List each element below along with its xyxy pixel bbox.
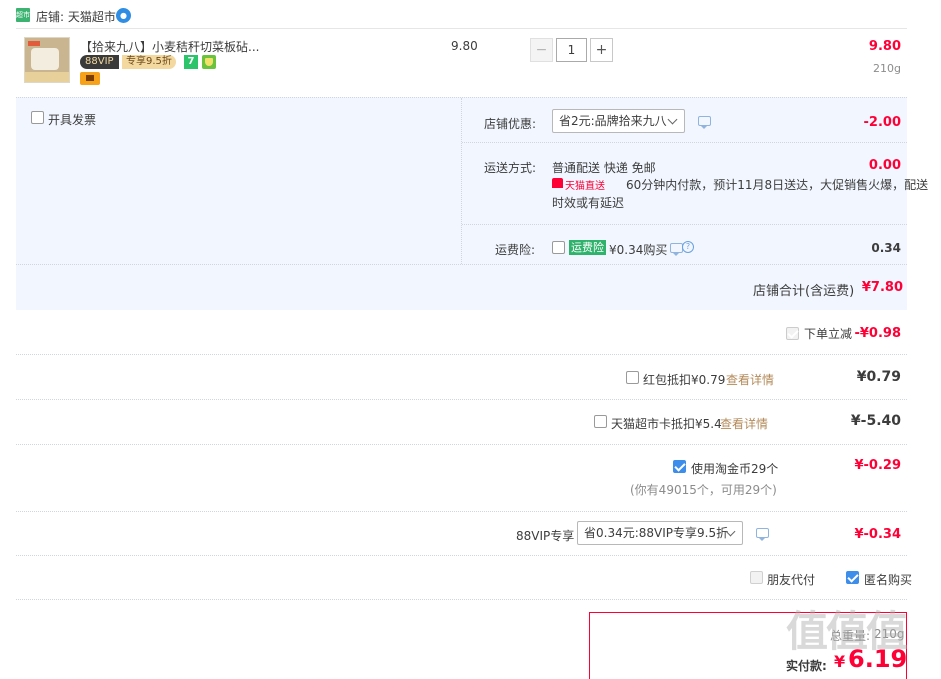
delivery-amount: 0.00	[868, 158, 901, 173]
coupon-amount: -2.00	[863, 115, 901, 130]
insurance-checkbox[interactable]	[552, 241, 565, 254]
quantity-minus-button[interactable]: −	[530, 38, 553, 62]
anonymous-checkbox[interactable]	[846, 571, 859, 584]
vip-tag: 88VIP	[80, 55, 119, 69]
vip-discount-tag: 专享9.5折	[122, 55, 176, 69]
invoice-label[interactable]: 开具发票	[48, 111, 96, 128]
panel-divider	[461, 98, 462, 264]
red-packet-label[interactable]: 红包抵扣¥0.79	[643, 371, 725, 388]
store-total-amount: ¥7.80	[861, 280, 903, 295]
taojin-amount: ¥-0.29	[854, 458, 901, 473]
delivery-note-line1: 60分钟内付款，预计11月8日送达，大促销售火爆，配送	[626, 178, 929, 192]
instant-discount-checkbox	[786, 327, 799, 340]
shield-icon	[202, 55, 216, 69]
anonymous-label[interactable]: 匿名购买	[864, 571, 912, 588]
product-image	[25, 38, 69, 82]
divider	[462, 142, 907, 143]
red-packet-details-link[interactable]: 查看详情	[726, 371, 774, 388]
insurance-amount: 0.34	[871, 241, 901, 255]
message-icon[interactable]	[756, 528, 769, 541]
tmall-direct-tag: 天猫直送	[565, 181, 605, 192]
unit-price: 9.80	[451, 39, 478, 53]
market-card-label[interactable]: 天猫超市卡抵扣¥5.4	[611, 415, 722, 432]
market-card-amount: ¥-5.40	[850, 413, 901, 429]
item-weight: 210g	[873, 62, 901, 75]
instant-discount-amount: -¥0.98	[854, 326, 901, 341]
coupon-select[interactable]: 省2元:品牌拾来九八	[552, 109, 685, 133]
message-icon[interactable]	[698, 116, 711, 129]
coupon-label: 店铺优惠:	[484, 117, 537, 131]
divider	[16, 264, 907, 265]
seven-day-return-icon: 7	[184, 55, 198, 69]
item-subtotal: 9.80	[868, 39, 901, 54]
message-icon[interactable]	[670, 243, 683, 256]
invoice-checkbox[interactable]	[31, 111, 44, 124]
vip88-label: 88VIP专享	[516, 529, 575, 543]
taojin-sub: (你有49015个，可用29个)	[630, 483, 777, 497]
tmall-direct-icon	[552, 178, 563, 188]
product-thumbnail[interactable]	[24, 37, 70, 83]
delivery-method: 普通配送 快递 免邮	[552, 161, 656, 175]
wangwang-icon[interactable]: ●	[116, 8, 131, 23]
friend-pay-checkbox[interactable]	[750, 571, 763, 584]
watermark: 值值值	[786, 607, 908, 656]
quantity-plus-button[interactable]: +	[590, 38, 613, 62]
pay-label: 实付款:	[786, 659, 827, 673]
taojin-label[interactable]: 使用淘金币29个	[691, 460, 778, 477]
market-card-details-link[interactable]: 查看详情	[720, 415, 768, 432]
insurance-tag: 运费险	[569, 240, 606, 255]
insurance-label: 运费险:	[495, 243, 536, 257]
help-icon[interactable]: ?	[682, 241, 694, 253]
quantity-stepper[interactable]: − 1 +	[530, 38, 616, 62]
quantity-input[interactable]: 1	[556, 38, 587, 62]
vip88-amount: ¥-0.34	[854, 527, 901, 542]
coupon-select-value: 省2元:品牌拾来九八	[559, 114, 667, 128]
product-title[interactable]: 【拾来九八】小麦秸秆切菜板砧...	[80, 38, 259, 55]
divider	[462, 224, 907, 225]
store-total-label: 店铺合计(含运费)	[753, 284, 855, 299]
market-card-checkbox[interactable]	[594, 415, 607, 428]
delivery-note-line2: 时效或有延迟	[552, 196, 625, 210]
vip88-select-value: 省0.34元:88VIP专享9.5折	[584, 526, 729, 540]
store-service-icon	[80, 72, 100, 85]
store-name[interactable]: 店铺: 天猫超市	[36, 8, 116, 25]
delivery-label: 运送方式:	[484, 161, 537, 175]
vip88-select[interactable]: 省0.34元:88VIP专享9.5折	[577, 521, 743, 545]
red-packet-checkbox[interactable]	[626, 371, 639, 384]
red-packet-amount: ¥0.79	[856, 369, 901, 385]
store-icon: 超市	[16, 8, 30, 22]
instant-discount-label: 下单立减	[804, 327, 853, 341]
chevron-down-icon	[667, 114, 678, 125]
taojin-checkbox[interactable]	[673, 460, 686, 473]
friend-pay-label[interactable]: 朋友代付	[767, 571, 815, 588]
insurance-price: ¥0.34购买	[609, 243, 668, 257]
checkout-page: 超市 店铺: 天猫超市 ● 【拾来九八】小麦秸秆切菜板砧... 88VIP 专享…	[0, 0, 941, 679]
